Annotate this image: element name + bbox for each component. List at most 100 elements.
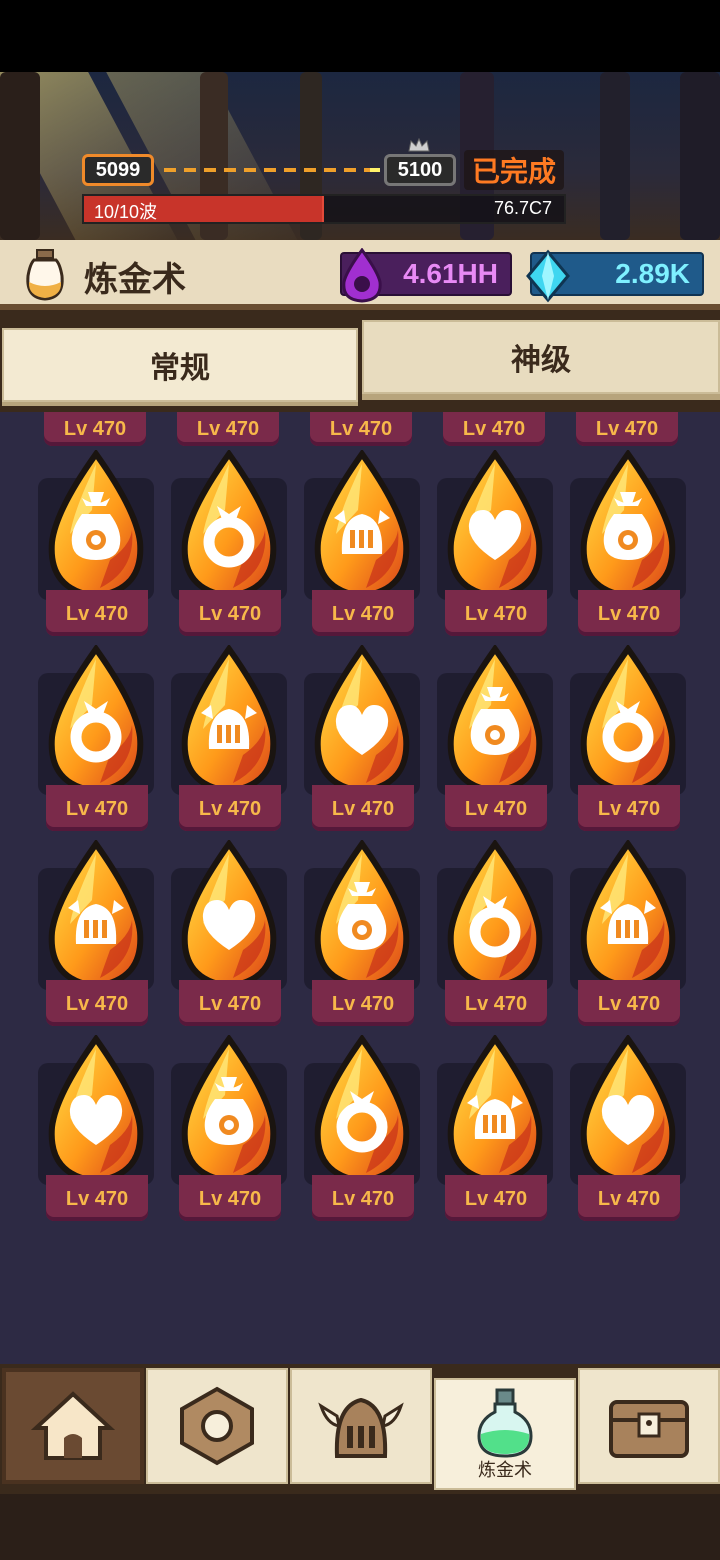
nav-heroes[interactable] xyxy=(290,1368,432,1484)
fire-drop-ring-icon xyxy=(181,450,277,600)
level-badge: Lv 470 xyxy=(578,590,680,636)
nav-alchemy[interactable]: 炼金术 xyxy=(434,1378,576,1490)
potion-card[interactable]: Lv 470 xyxy=(304,1035,438,1230)
level-badge: Lv 470 xyxy=(179,590,281,636)
wave-count-label: 10/10波 xyxy=(94,202,158,222)
potion-card[interactable]: Lv 470 xyxy=(570,1035,704,1230)
gear-nut-icon xyxy=(180,1386,254,1466)
level-badge: Lv 470 xyxy=(445,980,547,1026)
potion-card[interactable]: Lv 470 xyxy=(171,840,305,1035)
tab-bar: 常规 神级 xyxy=(0,310,720,412)
potion-flask-icon xyxy=(477,1388,533,1458)
tab-normal[interactable]: 常规 xyxy=(2,328,358,402)
fire-drop-ring-icon xyxy=(580,645,676,795)
purple-drop-icon xyxy=(342,248,382,303)
purple-currency-value: 4.61HH xyxy=(403,258,498,289)
level-badge: Lv 470 xyxy=(179,980,281,1026)
boss-hp-value: 76.7C7 xyxy=(493,198,552,218)
level-badge: Lv 470 xyxy=(312,590,414,636)
diamond-icon xyxy=(526,249,570,303)
wave-progress-bar: 10/10波 76.7C7 xyxy=(82,194,566,224)
level-badge: Lv 470 xyxy=(312,1175,414,1221)
tree-trunk xyxy=(600,72,630,240)
nav-alchemy-label: 炼金术 xyxy=(478,1460,532,1480)
treasure-chest-icon xyxy=(609,1400,689,1458)
potion-card[interactable]: Lv 470 xyxy=(38,450,172,645)
purple-currency[interactable]: 4.61HH xyxy=(340,248,512,303)
potion-card[interactable]: Lv 470 xyxy=(304,840,438,1035)
level-badge: Lv 470 xyxy=(46,980,148,1026)
potion-card[interactable]: Lv 470 xyxy=(304,645,438,840)
level-badge: Lv 470 xyxy=(179,1175,281,1221)
current-stage-badge: 5099 xyxy=(82,154,154,186)
level-badge: Lv 470 xyxy=(312,980,414,1026)
status-bar xyxy=(0,0,720,72)
fire-drop-ring-icon xyxy=(48,645,144,795)
potion-card[interactable]: Lv 470 xyxy=(437,1035,571,1230)
level-badge: Lv 470 xyxy=(445,785,547,831)
fire-drop-money-bag-icon xyxy=(314,840,410,990)
potion-card[interactable]: Lv 470 xyxy=(570,450,704,645)
potion-card[interactable]: Lv 470 xyxy=(437,450,571,645)
level-badge: Lv 470 xyxy=(445,1175,547,1221)
level-badge: Lv 470 xyxy=(578,980,680,1026)
level-badge: Lv 470 xyxy=(445,590,547,636)
fire-drop-money-bag-icon xyxy=(447,645,543,795)
fire-drop-money-bag-icon xyxy=(580,450,676,600)
potion-card[interactable]: Lv 470 xyxy=(38,840,172,1035)
fire-drop-money-bag-icon xyxy=(48,450,144,600)
crown-icon xyxy=(408,138,430,152)
potion-card[interactable]: Lv 470 xyxy=(38,1035,172,1230)
level-badge: Lv 470 xyxy=(46,1175,148,1221)
fire-drop-money-bag-icon xyxy=(181,1035,277,1185)
level-badge: Lv 470 xyxy=(179,785,281,831)
nav-home[interactable] xyxy=(2,1368,144,1484)
potion-card[interactable]: Lv 470 xyxy=(171,645,305,840)
fire-drop-ring-icon xyxy=(447,840,543,990)
level-badge: Lv 470 xyxy=(312,785,414,831)
level-badge: Lv 470 xyxy=(576,412,678,446)
next-stage-badge: 5100 xyxy=(384,154,456,186)
potion-card[interactable]: Lv 470 xyxy=(437,840,571,1035)
level-badge: Lv 470 xyxy=(578,1175,680,1221)
stage-status-text: 已完成 xyxy=(464,150,565,190)
tab-divine[interactable]: 神级 xyxy=(362,320,720,394)
fire-drop-ring-icon xyxy=(314,1035,410,1185)
alchemy-header: 炼金术 4.61HH 2.89K xyxy=(0,240,720,310)
fire-drop-helmet-icon xyxy=(48,840,144,990)
home-icon xyxy=(30,1391,116,1460)
potion-grid: Lv 470 Lv 470 Lv 470 Lv 470 Lv 470 Lv 47… xyxy=(0,412,720,1364)
potion-card[interactable]: Lv 470 xyxy=(570,840,704,1035)
fire-drop-heart-icon xyxy=(447,450,543,600)
potion-card[interactable]: Lv 470 xyxy=(171,1035,305,1230)
fire-drop-helmet-icon xyxy=(580,840,676,990)
level-badge: Lv 470 xyxy=(46,785,148,831)
fire-drop-helmet-icon xyxy=(447,1035,543,1185)
level-badge: Lv 470 xyxy=(310,412,412,446)
blue-currency[interactable]: 2.89K xyxy=(526,249,704,303)
fire-drop-heart-icon xyxy=(580,1035,676,1185)
nav-upgrades[interactable] xyxy=(146,1368,288,1484)
fire-drop-helmet-icon xyxy=(314,450,410,600)
bottom-navigation: 炼金术 xyxy=(0,1364,720,1494)
fire-drop-heart-icon xyxy=(181,840,277,990)
viking-helmet-icon xyxy=(318,1397,404,1458)
level-badge: Lv 470 xyxy=(177,412,279,446)
potion-card[interactable]: Lv 470 xyxy=(171,450,305,645)
potion-card[interactable]: Lv 470 xyxy=(570,645,704,840)
level-badge: Lv 470 xyxy=(578,785,680,831)
level-badge: Lv 470 xyxy=(443,412,545,446)
potion-card[interactable]: Lv 470 xyxy=(437,645,571,840)
stage-progress-dots xyxy=(164,168,380,172)
potion-card[interactable]: Lv 470 xyxy=(304,450,438,645)
page-title: 炼金术 xyxy=(84,261,186,299)
tree-trunk xyxy=(0,72,40,240)
fire-drop-helmet-icon xyxy=(181,645,277,795)
tree-trunk xyxy=(680,72,720,240)
potion-bag-icon xyxy=(26,249,64,301)
nav-chest[interactable] xyxy=(578,1368,720,1484)
level-badge: Lv 470 xyxy=(44,412,146,446)
potion-card[interactable]: Lv 470 xyxy=(38,645,172,840)
fire-drop-heart-icon xyxy=(314,645,410,795)
fire-drop-heart-icon xyxy=(48,1035,144,1185)
